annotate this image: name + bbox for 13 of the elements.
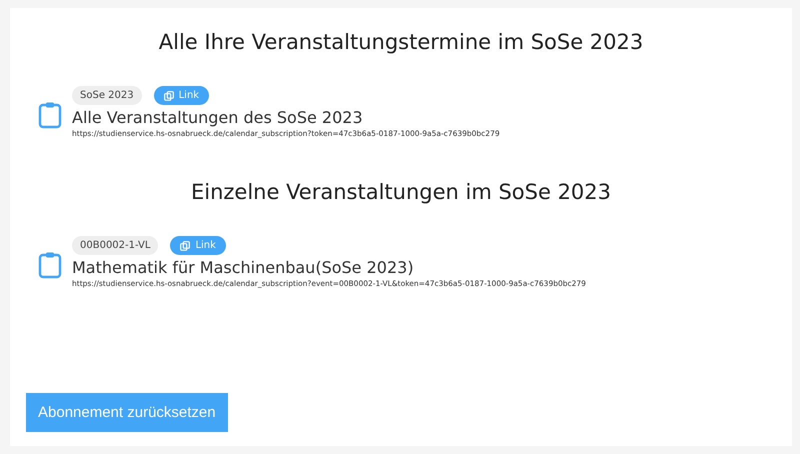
calendar-name: Alle Veranstaltungen des SoSe 2023 — [72, 108, 364, 127]
clipboard-icon — [38, 251, 62, 279]
tag-chip: SoSe 2023 — [72, 86, 142, 105]
copy-icon — [164, 90, 174, 100]
tag-chip: 00B0002-1-VL — [72, 236, 158, 255]
section-title: Einzelne Veranstaltungen im SoSe 2023 — [190, 180, 612, 204]
reset-button[interactable]: Abonnement zurücksetzen — [26, 393, 228, 432]
section-title: Alle Ihre Veranstaltungstermine im SoSe 2023 — [158, 30, 644, 54]
calendar-name: Mathematik für Maschinenbau(SoSe 2023) — [72, 258, 415, 277]
link-button[interactable]: Link — [170, 236, 226, 255]
copy-icon — [180, 240, 190, 250]
clipboard-icon — [38, 101, 62, 129]
link-button[interactable]: Link — [154, 86, 210, 105]
